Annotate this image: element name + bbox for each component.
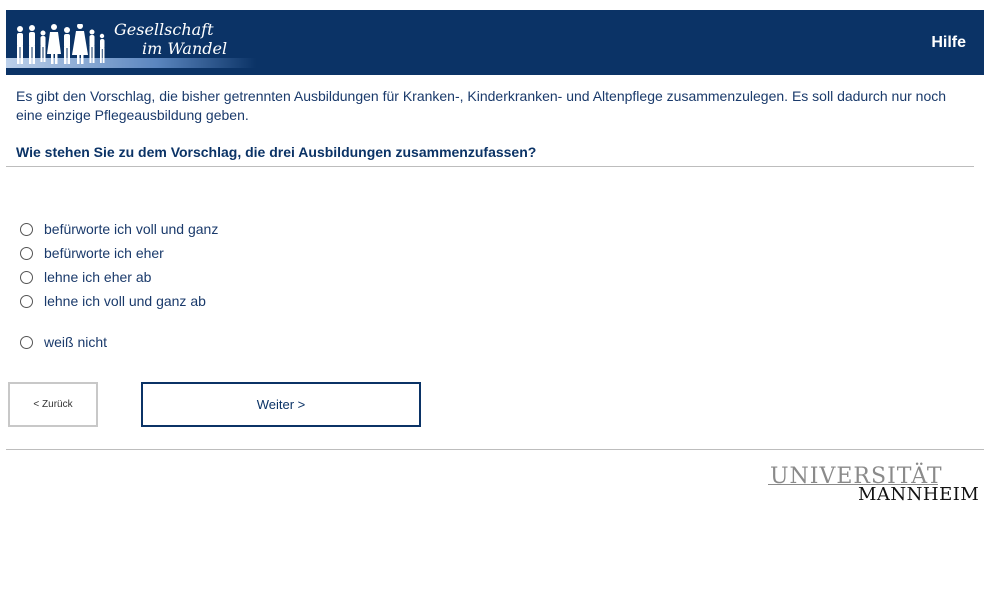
uni-logo-line-2: MANNHEIM (858, 484, 980, 505)
option-label: befürworte ich eher (44, 245, 164, 261)
logo-text: Gesellschaft im Wandel (114, 20, 227, 58)
people-silhouettes-icon (17, 24, 105, 64)
radio-button[interactable] (20, 246, 33, 260)
logo-line-2: im Wandel (142, 39, 228, 58)
next-button[interactable]: Weiter > (141, 382, 421, 427)
option-weiss-nicht[interactable]: weiß nicht (20, 334, 107, 350)
radio-button[interactable] (20, 335, 33, 349)
gesellschaft-im-wandel-logo: Gesellschaft im Wandel (6, 10, 256, 75)
back-button[interactable]: < Zurück (8, 382, 98, 427)
intro-text: Es gibt den Vorschlag, die bisher getren… (16, 88, 947, 123)
option-befuerworte-eher[interactable]: befürworte ich eher (20, 245, 164, 261)
radio-button[interactable] (20, 222, 33, 236)
header-bar: Gesellschaft im Wandel Hilfe (6, 10, 984, 75)
radio-button[interactable] (20, 294, 33, 308)
option-label: lehne ich voll und ganz ab (44, 293, 206, 309)
radio-button[interactable] (20, 270, 33, 284)
option-lehne-eher-ab[interactable]: lehne ich eher ab (20, 269, 151, 285)
help-link[interactable]: Hilfe (931, 34, 966, 52)
question-text: Wie stehen Sie zu dem Vorschlag, die dre… (16, 144, 537, 160)
logo-line-1: Gesellschaft (114, 20, 214, 39)
universitaet-mannheim-logo: UNIVERSITÄT MANNHEIM (768, 464, 979, 505)
footer-divider (6, 449, 984, 450)
option-befuerworte-voll[interactable]: befürworte ich voll und ganz (20, 221, 218, 237)
option-label: lehne ich eher ab (44, 269, 152, 285)
option-label: weiß nicht (44, 334, 108, 350)
option-label: befürworte ich voll und ganz (44, 221, 219, 237)
question-divider (6, 166, 974, 167)
option-lehne-voll-ab[interactable]: lehne ich voll und ganz ab (20, 293, 206, 309)
